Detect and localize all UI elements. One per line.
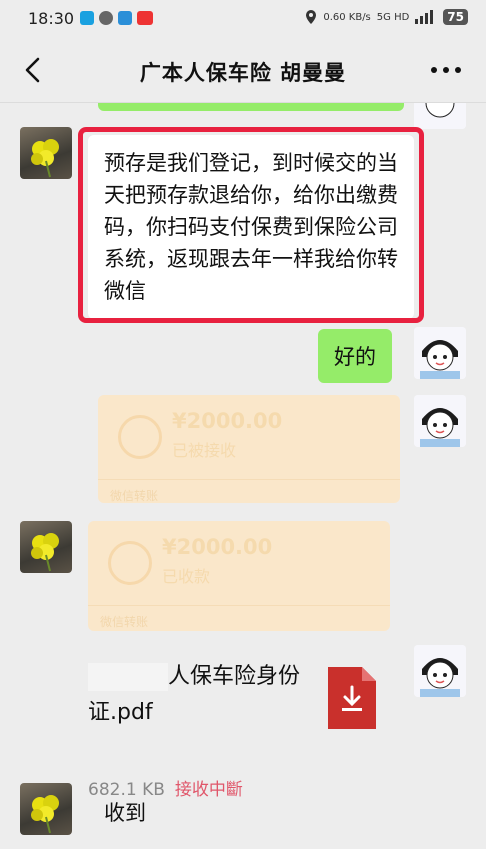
status-right: 0.60 KB/s 5G HD 75	[305, 9, 468, 25]
file-status: 接收中斷	[174, 780, 243, 800]
transfer-footer: 微信转账	[100, 615, 149, 629]
location-icon	[306, 10, 317, 24]
telegram-icon	[118, 11, 132, 25]
girl-avatar-icon	[414, 327, 466, 379]
transfer-card-sent[interactable]: ¥2000.00 已被接收 微信转账	[98, 395, 400, 503]
app-notification-icon	[80, 11, 94, 25]
girl-avatar-icon	[414, 395, 466, 447]
battery-level: 75	[443, 9, 468, 25]
clover-avatar-icon	[31, 795, 59, 834]
status-time: 18:30	[28, 9, 75, 28]
notification-icons	[80, 11, 153, 25]
avatar[interactable]	[414, 103, 466, 129]
avatar[interactable]	[414, 327, 466, 379]
transfer-divider	[88, 605, 390, 606]
chat-area[interactable]: 预存是我们登记，到时候交的当天把预存款退给你，给你出缴费码，你扫码支付保费到保险…	[0, 103, 486, 849]
girl-avatar-icon	[414, 645, 466, 697]
transfer-status: 已收款	[162, 567, 211, 586]
transfer-status: 已被接收	[172, 441, 237, 460]
file-message[interactable]: 人保车险身份 证.pdf 682.1 KB 接收中斷	[84, 653, 384, 800]
avatar[interactable]	[414, 645, 466, 697]
more-dots-icon[interactable]	[426, 54, 466, 86]
message-text: 好的	[334, 345, 376, 369]
news-notification-icon	[137, 11, 153, 25]
sent-message-bubble[interactable]: 好的	[318, 329, 392, 383]
transfer-amount: ¥2000.00	[172, 409, 283, 433]
pdf-file-icon	[328, 667, 376, 729]
transfer-card-received[interactable]: ¥2000.00 已收款 微信转账	[88, 521, 390, 631]
avatar[interactable]	[414, 395, 466, 447]
avatar[interactable]	[20, 127, 72, 179]
highlight-frame	[78, 127, 424, 323]
status-bar: 18:30 0.60 KB/s 5G HD 75	[0, 0, 486, 40]
message-notification-icon	[99, 11, 113, 25]
network-type: 5G HD	[376, 11, 410, 23]
check-circle-icon	[108, 541, 152, 585]
previous-sent-bubble	[98, 103, 404, 111]
girl-avatar-icon	[414, 103, 466, 129]
file-name: 人保车险身份 证.pdf	[88, 659, 318, 731]
transfer-amount: ¥2000.00	[162, 535, 273, 559]
avatar[interactable]	[20, 521, 72, 573]
chat-header: 广本人保车险 胡曼曼	[0, 40, 486, 103]
avatar[interactable]	[20, 783, 72, 835]
signal-icon	[415, 10, 434, 24]
clover-avatar-icon	[31, 139, 59, 178]
redacted-area	[88, 663, 168, 691]
check-circle-icon	[118, 415, 162, 459]
chat-title: 广本人保车险 胡曼曼	[139, 61, 347, 85]
network-speed: 0.60 KB/s	[323, 11, 371, 23]
transfer-footer: 微信转账	[110, 489, 159, 503]
transfer-divider	[98, 479, 400, 480]
file-name-line-2: 证.pdf	[88, 700, 153, 725]
received-message-text[interactable]: 收到	[104, 797, 146, 827]
clover-avatar-icon	[31, 533, 59, 572]
file-name-line-1: 人保车险身份	[168, 664, 301, 689]
